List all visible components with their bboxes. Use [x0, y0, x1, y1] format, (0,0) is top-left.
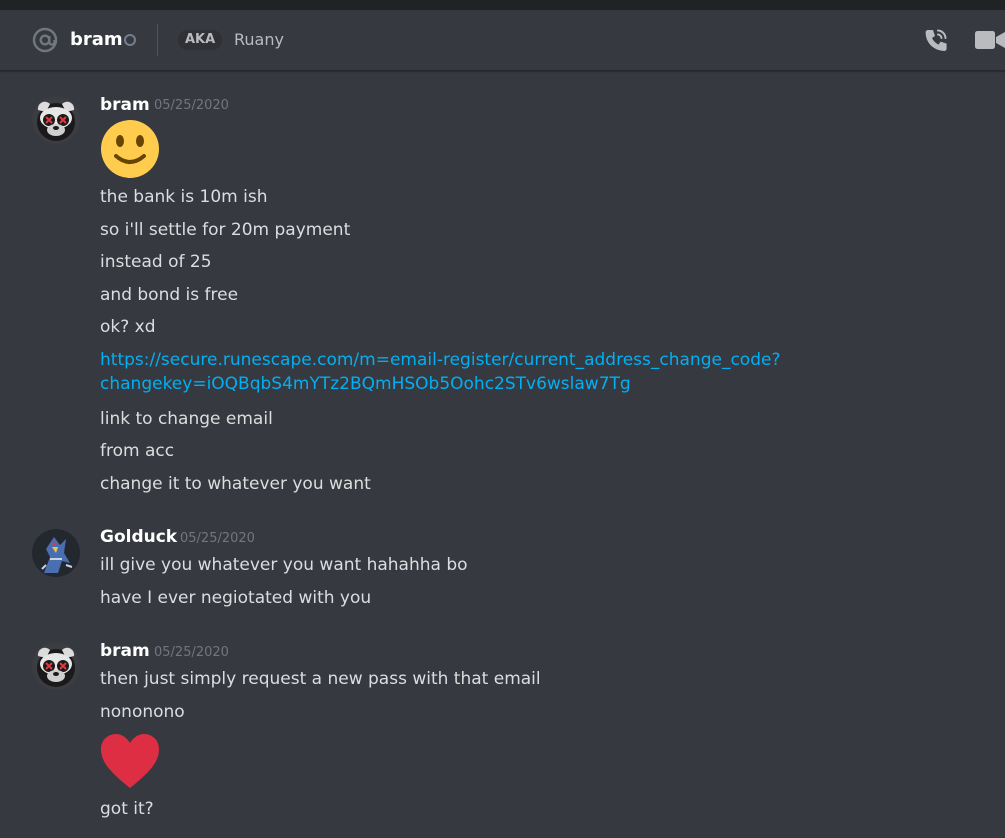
avatar-bram[interactable] — [32, 96, 80, 144]
message-timestamp: 05/25/2020 — [154, 645, 229, 660]
message-author[interactable]: Golduck — [100, 526, 177, 548]
message-text: have I ever negiotated with you — [100, 588, 372, 608]
status-offline-icon — [124, 34, 136, 46]
video-camera-icon[interactable] — [973, 28, 1005, 52]
message-timestamp: 05/25/2020 — [180, 531, 255, 546]
header-divider — [157, 24, 158, 56]
aka-badge: AKA — [178, 30, 223, 50]
message-timestamp: 05/25/2020 — [154, 98, 229, 113]
link-text-part[interactable]: changekey=iOQBqbS4mYTz2BQmHSOb5Oohc2STv6… — [100, 374, 631, 394]
avatar-bram[interactable] — [32, 642, 80, 690]
dm-recipient-name: bram — [70, 29, 123, 50]
message-author[interactable]: bram — [100, 640, 150, 662]
message-text: and bond is free — [100, 285, 239, 305]
message-text: from acc — [100, 441, 175, 461]
message-text: then just simply request a new pass with… — [100, 669, 541, 689]
message-text: instead of 25 — [100, 252, 212, 272]
message-text: so i'll settle for 20m payment — [100, 220, 351, 240]
message-text: the bank is 10m ish — [100, 187, 268, 207]
message-text: change it to whatever you want — [100, 474, 371, 494]
dm-header: bram AKA Ruany — [0, 10, 1005, 71]
top-window-strip — [0, 0, 1005, 10]
message-text: link to change email — [100, 409, 273, 429]
email-change-link[interactable]: https://secure.runescape.com/m=email-reg… — [100, 348, 780, 396]
message-author[interactable]: bram — [100, 94, 150, 116]
message-text: ok? xd — [100, 317, 156, 337]
at-icon — [32, 27, 58, 53]
link-text-part[interactable]: https://secure.runescape.com/m=email-reg… — [100, 350, 780, 370]
message-text: ill give you whatever you want hahahha b… — [100, 555, 468, 575]
aka-nickname: Ruany — [234, 30, 284, 49]
red-heart-icon — [101, 734, 159, 788]
message-text: nononono — [100, 702, 185, 722]
avatar-golduck[interactable] — [32, 529, 80, 577]
phone-call-icon[interactable] — [922, 26, 950, 54]
message-text: got it? — [100, 799, 154, 819]
slightly-smiling-face-icon — [101, 120, 159, 178]
